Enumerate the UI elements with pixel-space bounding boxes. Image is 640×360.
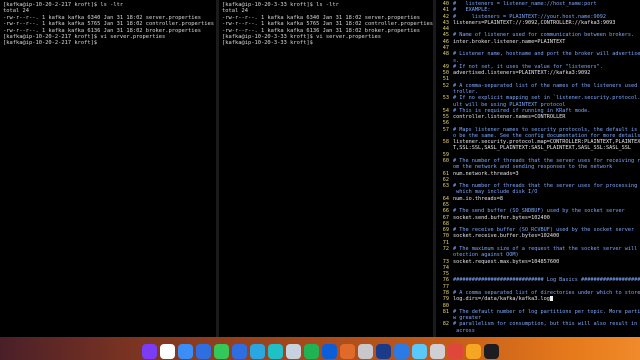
text-cursor — [549, 296, 553, 302]
line-number — [437, 328, 453, 334]
dock-app-icon[interactable] — [466, 344, 481, 359]
dock-app-icon[interactable] — [430, 344, 445, 359]
dock-app-icon[interactable] — [232, 344, 247, 359]
dock — [0, 344, 640, 360]
terminal-line: [kafka@ip-10-20-3-33 kroft]$ ls -ltr — [222, 2, 339, 8]
terminal-pane-middle[interactable]: [kafka@ip-10-20-3-33 kroft]$ ls -ltr tot… — [219, 0, 433, 337]
terminal-line: [kafka@ip-10-20-2-217 kroft]$ vi server.… — [3, 34, 166, 41]
dock-app-icon[interactable] — [376, 344, 391, 359]
terminal-line: -rw-r--r--. 1 kafka kafka 6136 Jan 31 18… — [222, 27, 420, 34]
terminal-line: [kafka@ip-10-20-2-217 kroft]$ ls -ltr — [3, 2, 124, 8]
terminal-line: -rw-r--r--. 1 kafka kafka 6340 Jan 31 18… — [222, 14, 420, 21]
dock-app-icon[interactable] — [322, 344, 337, 359]
dock-app-icon[interactable] — [412, 344, 427, 359]
terminal-output: [kafka@ip-10-20-2-217 kroft]$ ls -ltr to… — [0, 0, 216, 47]
dock-app-icon[interactable] — [214, 344, 229, 359]
terminal-line: [kafka@ip-10-20-3-33 kroft]$ — [222, 40, 313, 47]
terminal-line: -rw-r--r--. 1 kafka kafka 6136 Jan 31 18… — [3, 27, 201, 34]
dock-app-icon[interactable] — [304, 344, 319, 359]
dock-app-icon[interactable] — [484, 344, 499, 359]
editor-line: across — [437, 328, 640, 334]
terminal-line: total 24 — [222, 8, 248, 15]
terminal-line: -rw-r--r--. 1 kafka kafka 5765 Jan 31 18… — [3, 21, 214, 28]
dock-app-icon[interactable] — [358, 344, 373, 359]
dock-app-icon[interactable] — [448, 344, 463, 359]
terminal-pane-left[interactable]: [kafka@ip-10-20-2-217 kroft]$ ls -ltr to… — [0, 0, 216, 337]
dock-app-icon[interactable] — [196, 344, 211, 359]
comment-text: across — [453, 327, 475, 334]
dock-app-icon[interactable] — [340, 344, 355, 359]
terminal-line: total 24 — [3, 8, 29, 15]
dock-app-icon[interactable] — [268, 344, 283, 359]
terminal-line: -rw-r--r--. 1 kafka kafka 5765 Jan 31 18… — [222, 21, 433, 28]
vi-editor-buffer[interactable]: 40 # listeners = listener_name://host_nam… — [436, 0, 640, 334]
dock-app-icon[interactable] — [286, 344, 301, 359]
dock-app-icon[interactable] — [160, 344, 175, 359]
terminal-line: [kafka@ip-10-20-2-217 kroft]$ — [3, 40, 98, 47]
dock-app-icon[interactable] — [142, 344, 157, 359]
terminal-line: [kafka@ip-10-20-3-33 kroft]$ vi server.p… — [222, 34, 382, 41]
terminal-pane-right-vi-editor[interactable]: 40 # listeners = listener_name://host_nam… — [436, 0, 640, 337]
dock-app-icon[interactable] — [250, 344, 265, 359]
terminal-output: [kafka@ip-10-20-3-33 kroft]$ ls -ltr tot… — [219, 0, 433, 47]
dock-app-icon[interactable] — [178, 344, 193, 359]
dock-app-icon[interactable] — [394, 344, 409, 359]
terminal-line: -rw-r--r--. 1 kafka kafka 6340 Jan 31 18… — [3, 14, 201, 21]
